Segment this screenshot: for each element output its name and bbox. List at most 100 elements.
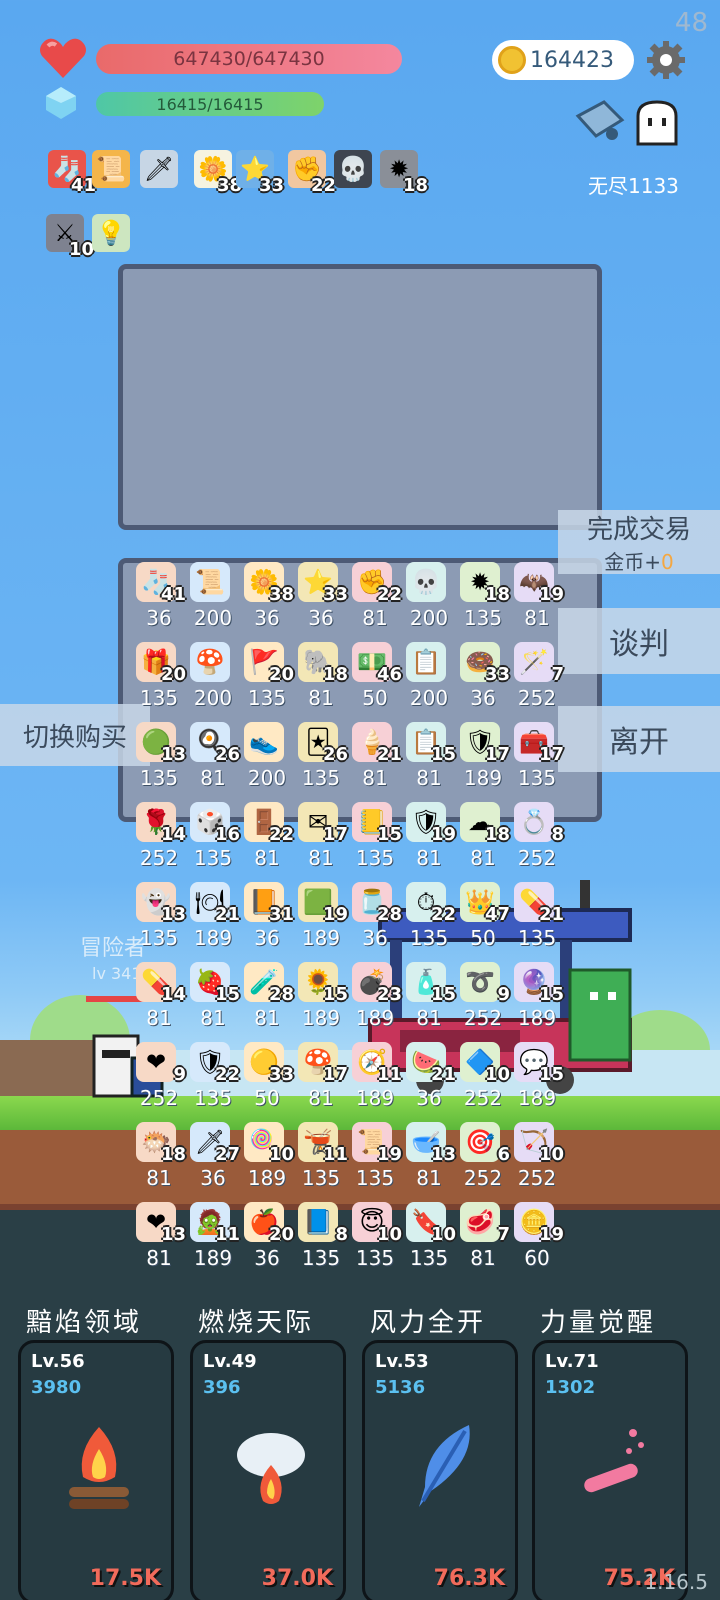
shop-item[interactable]: 🔷 10 252 bbox=[456, 1042, 510, 1112]
leave-button[interactable]: 离开 bbox=[558, 706, 720, 772]
skill-card[interactable]: Lv.53 5136 76.3K bbox=[362, 1340, 518, 1600]
shop-item[interactable]: 🎁 20 135 bbox=[132, 642, 186, 712]
shop-item[interactable]: ✹ 18 135 bbox=[456, 562, 510, 632]
skill-card[interactable]: Lv.56 3980 17.5K bbox=[18, 1340, 174, 1600]
shop-item[interactable]: 🎲 16 135 bbox=[186, 802, 240, 872]
shop-item[interactable]: 💣 23 189 bbox=[348, 962, 402, 1032]
gear-icon[interactable] bbox=[646, 40, 686, 80]
shop-item[interactable]: 👻 13 135 bbox=[132, 882, 186, 952]
shop-item[interactable]: 🟢 13 135 bbox=[132, 722, 186, 792]
shop-item[interactable]: 💵 46 50 bbox=[348, 642, 402, 712]
shop-item[interactable]: 😇 10 135 bbox=[348, 1202, 402, 1272]
shop-item[interactable]: 🥩 7 81 bbox=[456, 1202, 510, 1272]
shop-item[interactable]: 🧴 15 81 bbox=[402, 962, 456, 1032]
complete-trade-button[interactable]: 完成交易 金币+0 bbox=[558, 510, 720, 574]
shop-item[interactable]: 🥣 13 81 bbox=[402, 1122, 456, 1192]
shop-item[interactable]: 🍭 10 189 bbox=[240, 1122, 294, 1192]
shop-item[interactable]: 📘 8 135 bbox=[294, 1202, 348, 1272]
buff-slot[interactable]: 💀 bbox=[334, 150, 374, 190]
switch-buy-button[interactable]: 切换购买 bbox=[0, 704, 150, 766]
buff-slot[interactable]: 🧦 41 bbox=[48, 150, 96, 196]
shop-item[interactable]: ⏱ 22 135 bbox=[402, 882, 456, 952]
shop-item[interactable]: 🍎 20 36 bbox=[240, 1202, 294, 1272]
shop-item[interactable]: 📋 15 81 bbox=[402, 722, 456, 792]
skill-card[interactable]: Lv.49 396 37.0K bbox=[190, 1340, 346, 1600]
shop-item[interactable]: 🍓 15 81 bbox=[186, 962, 240, 1032]
shop-item[interactable]: 🛡 22 135 bbox=[186, 1042, 240, 1112]
buff-slot[interactable]: 📜 bbox=[92, 150, 132, 190]
shop-item[interactable]: 🧪 28 81 bbox=[240, 962, 294, 1032]
shop-item[interactable]: 📒 15 135 bbox=[348, 802, 402, 872]
shop-item[interactable]: 🐘 18 81 bbox=[294, 642, 348, 712]
shop-item[interactable]: 🌹 14 252 bbox=[132, 802, 186, 872]
buff-slot[interactable]: 🌼 38 bbox=[194, 150, 242, 196]
shop-item[interactable]: 🌼 38 36 bbox=[240, 562, 294, 632]
shop-item[interactable]: 🚪 22 81 bbox=[240, 802, 294, 872]
shop-item[interactable]: 🟡 33 50 bbox=[240, 1042, 294, 1112]
buff-slot[interactable]: ✹ 18 bbox=[380, 150, 428, 196]
shop-item[interactable]: 👑 47 50 bbox=[456, 882, 510, 952]
shop-item[interactable]: 🍽 21 189 bbox=[186, 882, 240, 952]
shop-item[interactable]: 🍦 21 81 bbox=[348, 722, 402, 792]
shop-item[interactable]: 🦇 19 81 bbox=[510, 562, 564, 632]
shop-item[interactable]: 🗡 27 36 bbox=[186, 1122, 240, 1192]
shop-item[interactable]: 💀 200 bbox=[402, 562, 456, 632]
shop-item[interactable]: 🍩 33 36 bbox=[456, 642, 510, 712]
shop-item[interactable]: 📋 200 bbox=[402, 642, 456, 712]
shop-item[interactable]: 🌻 15 189 bbox=[294, 962, 348, 1032]
shop-item[interactable]: 👟 200 bbox=[240, 722, 294, 792]
shop-item[interactable]: 🎯 6 252 bbox=[456, 1122, 510, 1192]
shop-item[interactable]: 🔮 15 189 bbox=[510, 962, 564, 1032]
shop-item[interactable]: 🧰 17 135 bbox=[510, 722, 564, 792]
map-icon[interactable] bbox=[574, 100, 626, 144]
item-count: 10 bbox=[376, 1224, 402, 1245]
shop-item[interactable]: ✉ 17 81 bbox=[294, 802, 348, 872]
shop-item[interactable]: 🧟 11 189 bbox=[186, 1202, 240, 1272]
shop-item[interactable]: 🛡 17 189 bbox=[456, 722, 510, 792]
buff-slot[interactable]: 💡 bbox=[92, 214, 132, 254]
shop-item[interactable]: 🧦 41 36 bbox=[132, 562, 186, 632]
shop-item[interactable]: 🍄 200 bbox=[186, 642, 240, 712]
shop-item[interactable]: 🧭 11 189 bbox=[348, 1042, 402, 1112]
buff-slot[interactable]: 🗡 bbox=[140, 150, 180, 190]
ghost-icon[interactable] bbox=[634, 98, 680, 146]
item-count: 10 bbox=[484, 1064, 510, 1085]
shop-item[interactable]: 🫙 28 36 bbox=[348, 882, 402, 952]
shop-item[interactable]: 🪙 19 60 bbox=[510, 1202, 564, 1272]
shop-item[interactable]: 🔖 10 135 bbox=[402, 1202, 456, 1272]
shop-item[interactable]: 💊 21 135 bbox=[510, 882, 564, 952]
shop-item[interactable]: 🪄 7 252 bbox=[510, 642, 564, 712]
item-count: 28 bbox=[376, 904, 402, 925]
shop-item[interactable]: 🍉 21 36 bbox=[402, 1042, 456, 1112]
shop-item[interactable]: 🍄 17 81 bbox=[294, 1042, 348, 1112]
shop-item[interactable]: ☁ 18 81 bbox=[456, 802, 510, 872]
meat-icon: 🥩 bbox=[460, 1202, 500, 1242]
shop-item[interactable]: 🫕 11 135 bbox=[294, 1122, 348, 1192]
menu-icon: 📜 bbox=[92, 150, 130, 188]
skill-card[interactable]: Lv.71 1302 75.2K bbox=[532, 1340, 688, 1600]
item-count: 8 bbox=[335, 1224, 348, 1245]
buff-slot[interactable]: ⚔ 10 bbox=[46, 214, 94, 260]
trade-gold-gain: 金币+0 bbox=[604, 546, 674, 575]
shop-item[interactable]: ➰ 9 252 bbox=[456, 962, 510, 1032]
shop-item[interactable]: 💍 8 252 bbox=[510, 802, 564, 872]
shop-item[interactable]: 💬 15 189 bbox=[510, 1042, 564, 1112]
shop-item[interactable]: 📙 31 36 bbox=[240, 882, 294, 952]
shop-item[interactable]: 🛡 19 81 bbox=[402, 802, 456, 872]
shop-item[interactable]: 🏹 10 252 bbox=[510, 1122, 564, 1192]
shop-item[interactable]: 🐡 18 81 bbox=[132, 1122, 186, 1192]
shop-item[interactable]: 🃏 26 135 bbox=[294, 722, 348, 792]
buff-slot[interactable]: ✊ 22 bbox=[288, 150, 336, 196]
shop-item[interactable]: 🍳 26 81 bbox=[186, 722, 240, 792]
negotiate-button[interactable]: 谈判 bbox=[558, 608, 720, 674]
shop-item[interactable]: ❤ 13 81 bbox=[132, 1202, 186, 1272]
shop-item[interactable]: ⭐ 33 36 bbox=[294, 562, 348, 632]
shop-item[interactable]: 💊 14 81 bbox=[132, 962, 186, 1032]
shop-item[interactable]: ❤ 9 252 bbox=[132, 1042, 186, 1112]
shop-item[interactable]: 🚩 20 135 bbox=[240, 642, 294, 712]
shop-item[interactable]: 🟩 19 189 bbox=[294, 882, 348, 952]
shop-item[interactable]: 📜 200 bbox=[186, 562, 240, 632]
shop-item[interactable]: ✊ 22 81 bbox=[348, 562, 402, 632]
buff-slot[interactable]: ⭐ 33 bbox=[236, 150, 284, 196]
shop-item[interactable]: 📜 19 135 bbox=[348, 1122, 402, 1192]
